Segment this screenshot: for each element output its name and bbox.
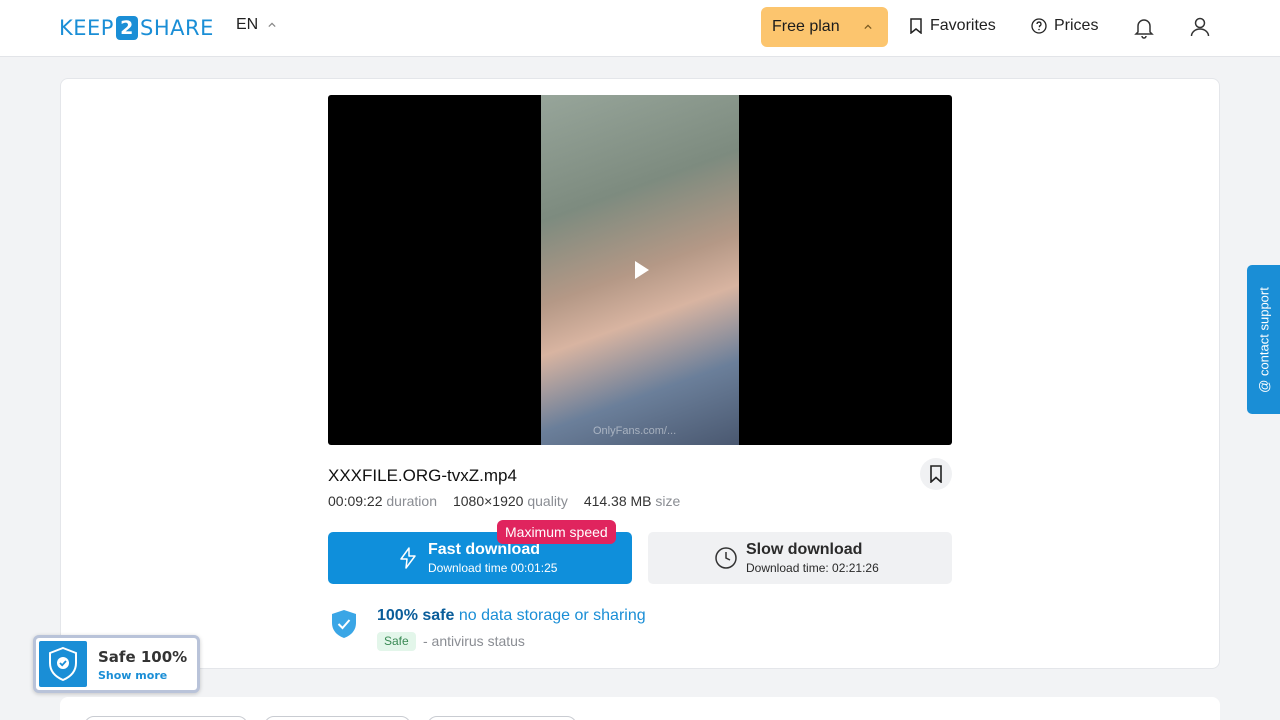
safe-statement: 100% safe no data storage or sharing (377, 607, 646, 625)
safe-strong: 100% safe (377, 607, 455, 624)
add-favorite-button[interactable] (920, 458, 952, 490)
bookmark-icon (930, 465, 942, 483)
bottom-pill[interactable] (427, 716, 577, 720)
user-icon[interactable] (1188, 15, 1212, 39)
file-name: XXXFILE.ORG-tvxZ.mp4 (328, 466, 517, 485)
free-plan-button[interactable]: Free plan (761, 7, 888, 47)
prices-label: Prices (1054, 17, 1099, 34)
shield-check-icon (49, 647, 77, 681)
file-meta: 00:09:22 duration 1080×1920 quality 414.… (328, 493, 680, 509)
antivirus-status: - antivirus status (423, 633, 525, 649)
language-selector[interactable]: EN (236, 16, 276, 34)
favorites-link[interactable]: Favorites (909, 17, 996, 35)
logo-num: 2 (115, 16, 138, 40)
slow-download-title: Slow download (746, 541, 863, 558)
language-label: EN (236, 16, 259, 33)
duration-meta: 00:09:22 duration (328, 493, 437, 509)
slow-download-time: Download time: 02:21:26 (746, 561, 879, 575)
chevron-up-icon (864, 24, 872, 30)
top-header: KEEP 2 SHARE EN Free plan Favorites Pric… (0, 0, 1280, 57)
question-icon (1031, 18, 1047, 34)
quality-meta: 1080×1920 quality (452, 493, 568, 509)
keep2share-logo[interactable]: KEEP 2 SHARE (59, 15, 214, 41)
contact-support-label: @ contact support (1256, 286, 1271, 393)
bell-icon[interactable] (1132, 15, 1156, 39)
widget-shield (39, 641, 87, 687)
contact-support-tab[interactable]: @ contact support (1247, 265, 1280, 414)
video-player[interactable]: OnlyFans.com/... (328, 95, 952, 445)
chevron-up-icon (268, 22, 276, 28)
clock-icon (715, 547, 737, 569)
lightning-icon (400, 547, 416, 569)
logo-right: SHARE (139, 16, 214, 40)
prices-link[interactable]: Prices (1031, 17, 1098, 35)
size-meta: 414.38 MB size (583, 493, 681, 509)
safe-badge: Safe (377, 632, 416, 651)
favorites-label: Favorites (930, 17, 996, 34)
play-icon[interactable] (634, 260, 650, 280)
bookmark-icon (910, 18, 922, 34)
safe-widget[interactable]: Safe 100% Show more (33, 635, 200, 693)
logo-left: KEEP (59, 16, 114, 40)
maximum-speed-badge: Maximum speed (497, 520, 616, 544)
bottom-pill[interactable] (264, 716, 411, 720)
widget-title: Safe 100% (98, 648, 188, 666)
fast-download-time: Download time 00:01:25 (428, 561, 558, 575)
show-more-link[interactable]: Show more (98, 669, 167, 682)
shield-check-icon (332, 610, 356, 638)
plan-label: Free plan (772, 18, 840, 35)
safe-rest: no data storage or sharing (458, 607, 646, 624)
bottom-pill[interactable] (84, 716, 248, 720)
slow-download-button[interactable]: Slow download Download time: 02:21:26 (648, 532, 952, 584)
video-watermark: OnlyFans.com/... (593, 425, 677, 437)
